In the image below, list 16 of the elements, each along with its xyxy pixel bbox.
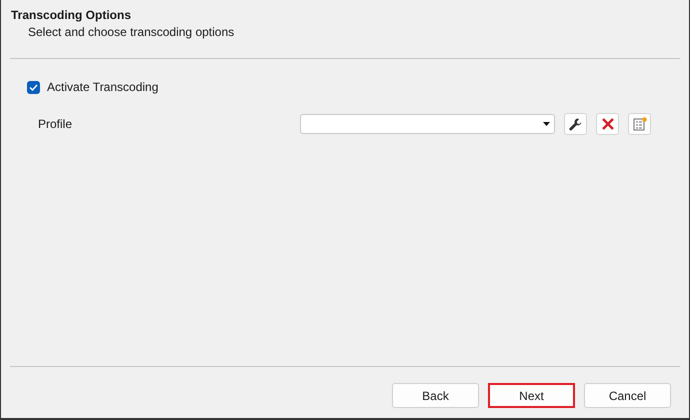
list-icon — [632, 117, 646, 131]
checkbox[interactable] — [27, 80, 40, 94]
wrench-button[interactable] — [564, 113, 587, 135]
wrench-icon — [569, 118, 582, 130]
close-icon — [602, 118, 614, 130]
dropdown-arrow-icon — [543, 122, 550, 126]
delete-button[interactable] — [596, 113, 619, 135]
list-button[interactable] — [628, 113, 651, 135]
page-subtitle: Select and choose transcoding options — [28, 25, 234, 39]
checkbox-label: Activate Transcoding — [47, 80, 158, 94]
checkmark-icon — [29, 84, 38, 90]
dialog-button[interactable]: Next — [488, 383, 575, 408]
dialog-button[interactable]: Back — [392, 383, 479, 408]
page-title: Transcoding Options — [11, 8, 132, 22]
dialog-button[interactable]: Cancel — [584, 383, 671, 408]
field-label: Profile — [38, 117, 74, 131]
